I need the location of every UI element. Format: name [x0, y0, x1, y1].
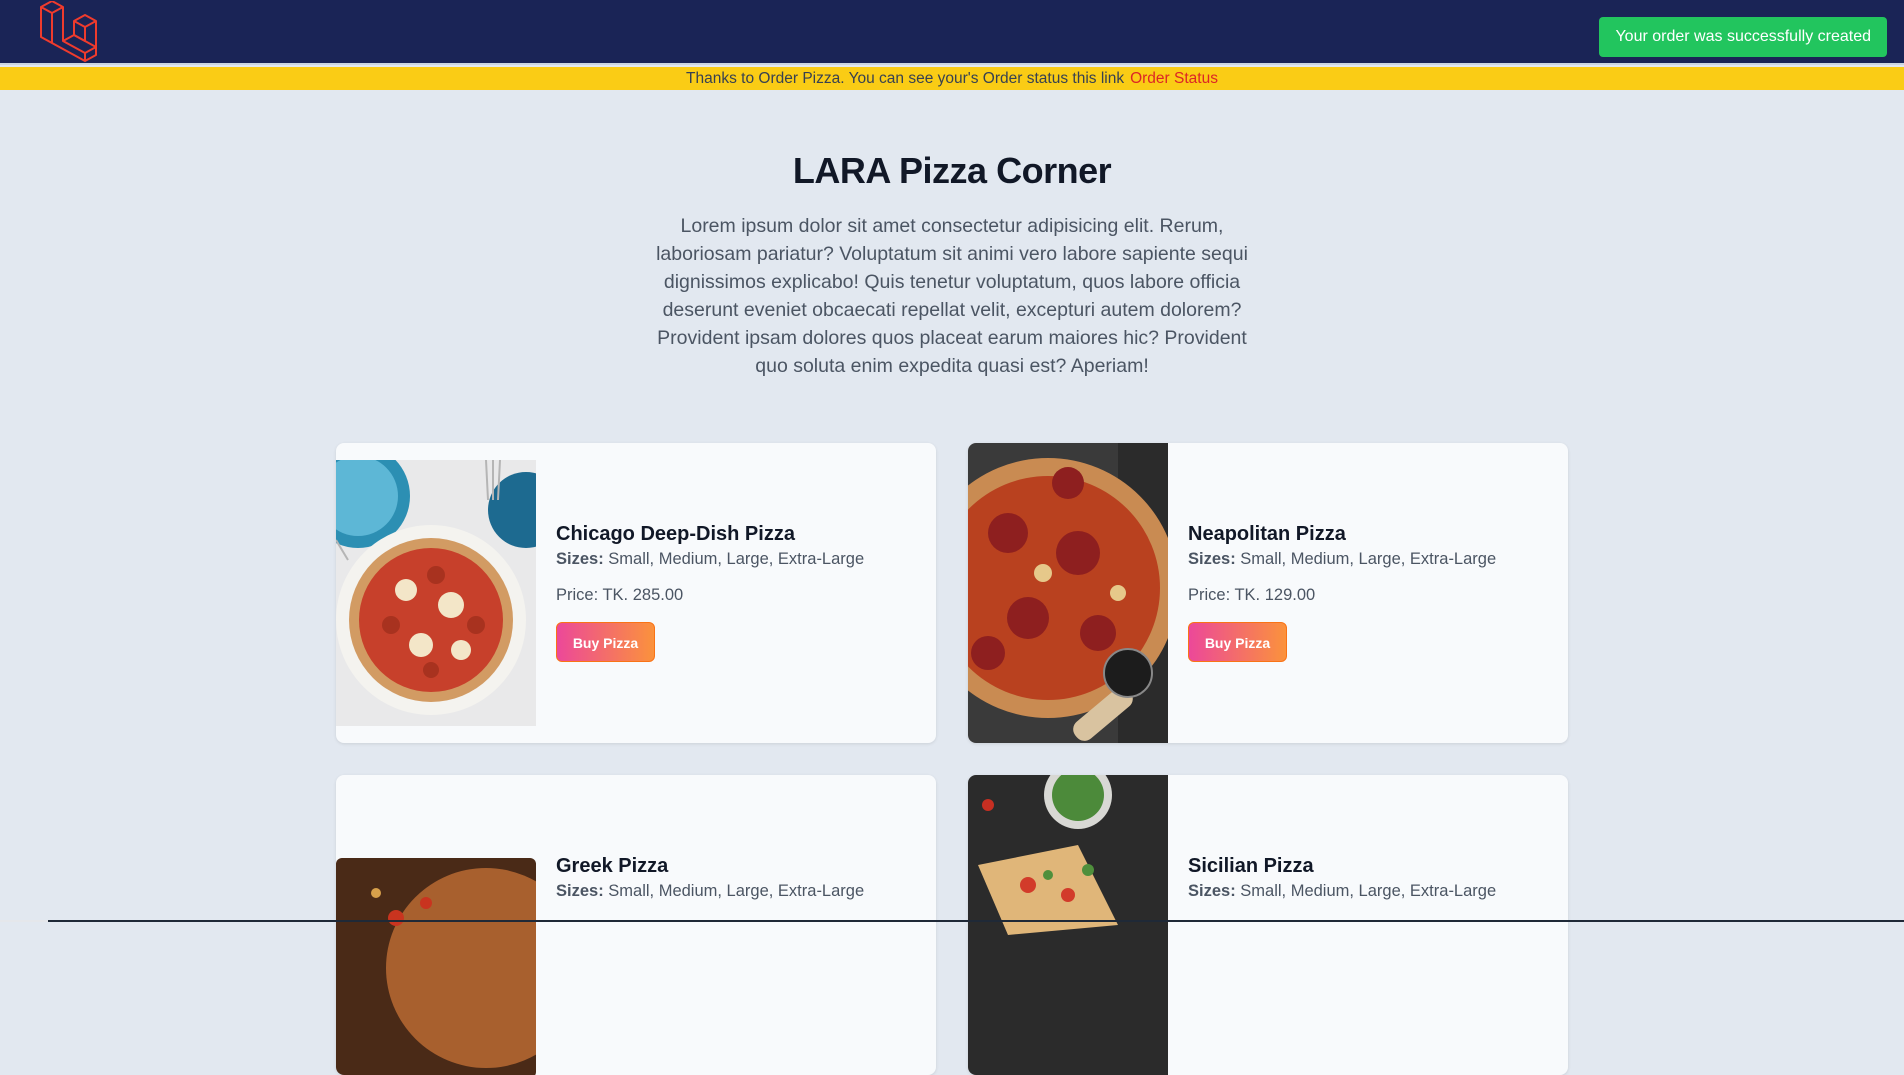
page-title: LARA Pizza Corner [792, 150, 1112, 191]
sizes-value: Small, Medium, Large, Extra-Large [1240, 550, 1497, 568]
order-status-link[interactable]: Order Status [1130, 70, 1218, 87]
pizza-info: Chicago Deep-Dish Pizza Sizes: Small, Me… [556, 522, 864, 662]
pizza-name: Neapolitan Pizza [1188, 523, 1346, 545]
pizza-image [336, 460, 536, 726]
pizza-name: Greek Pizza [556, 855, 669, 877]
hero-description: Lorem ipsum dolor sit amet consectetur a… [656, 215, 1248, 377]
pizza-sizes: Sizes: Small, Medium, Large, Extra-Large [556, 880, 864, 902]
pizza-info: Neapolitan Pizza Sizes: Small, Medium, L… [1188, 522, 1496, 662]
pizza-price: Price: TK. 285.00 [556, 586, 684, 604]
pizza-card: Chicago Deep-Dish Pizza Sizes: Small, Me… [336, 443, 936, 743]
pizza-name: Chicago Deep-Dish Pizza [556, 523, 795, 545]
notice-text: Thanks to Order Pizza. You can see your'… [686, 70, 1125, 87]
pizza-name: Sicilian Pizza [1188, 855, 1314, 877]
pizza-sizes: Sizes: Small, Medium, Large, Extra-Large [556, 548, 864, 570]
sizes-value: Small, Medium, Large, Extra-Large [608, 882, 865, 900]
sizes-value: Small, Medium, Large, Extra-Large [608, 550, 865, 568]
sizes-label: Sizes: [556, 550, 604, 568]
pizza-image [968, 443, 1168, 743]
pizza-info: Sicilian Pizza Sizes: Small, Medium, Lar… [1188, 854, 1496, 902]
success-toast: Your order was successfully created [1599, 17, 1887, 57]
pizza-card: Sicilian Pizza Sizes: Small, Medium, Lar… [968, 775, 1568, 1075]
sizes-label: Sizes: [1188, 882, 1236, 900]
pizza-price: Price: TK. 129.00 [1188, 586, 1316, 604]
pizza-card: Greek Pizza Sizes: Small, Medium, Large,… [336, 775, 936, 1075]
pizza-card: Neapolitan Pizza Sizes: Small, Medium, L… [968, 443, 1568, 743]
pizza-image [968, 775, 1168, 1075]
pizza-sizes: Sizes: Small, Medium, Large, Extra-Large [1188, 548, 1496, 570]
order-notice-bar: Thanks to Order Pizza. You can see your'… [0, 67, 1904, 90]
buy-pizza-button[interactable]: Buy Pizza [556, 622, 655, 662]
sizes-value: Small, Medium, Large, Extra-Large [1240, 882, 1497, 900]
sizes-label: Sizes: [556, 882, 604, 900]
pizza-image [336, 858, 536, 1075]
pizza-info: Greek Pizza Sizes: Small, Medium, Large,… [556, 854, 864, 902]
pizza-sizes: Sizes: Small, Medium, Large, Extra-Large [1188, 880, 1496, 902]
laravel-logo-icon[interactable] [39, 1, 101, 64]
buy-pizza-button[interactable]: Buy Pizza [1188, 622, 1287, 662]
top-navbar: Your order was successfully created [0, 0, 1904, 65]
sizes-label: Sizes: [1188, 550, 1236, 568]
